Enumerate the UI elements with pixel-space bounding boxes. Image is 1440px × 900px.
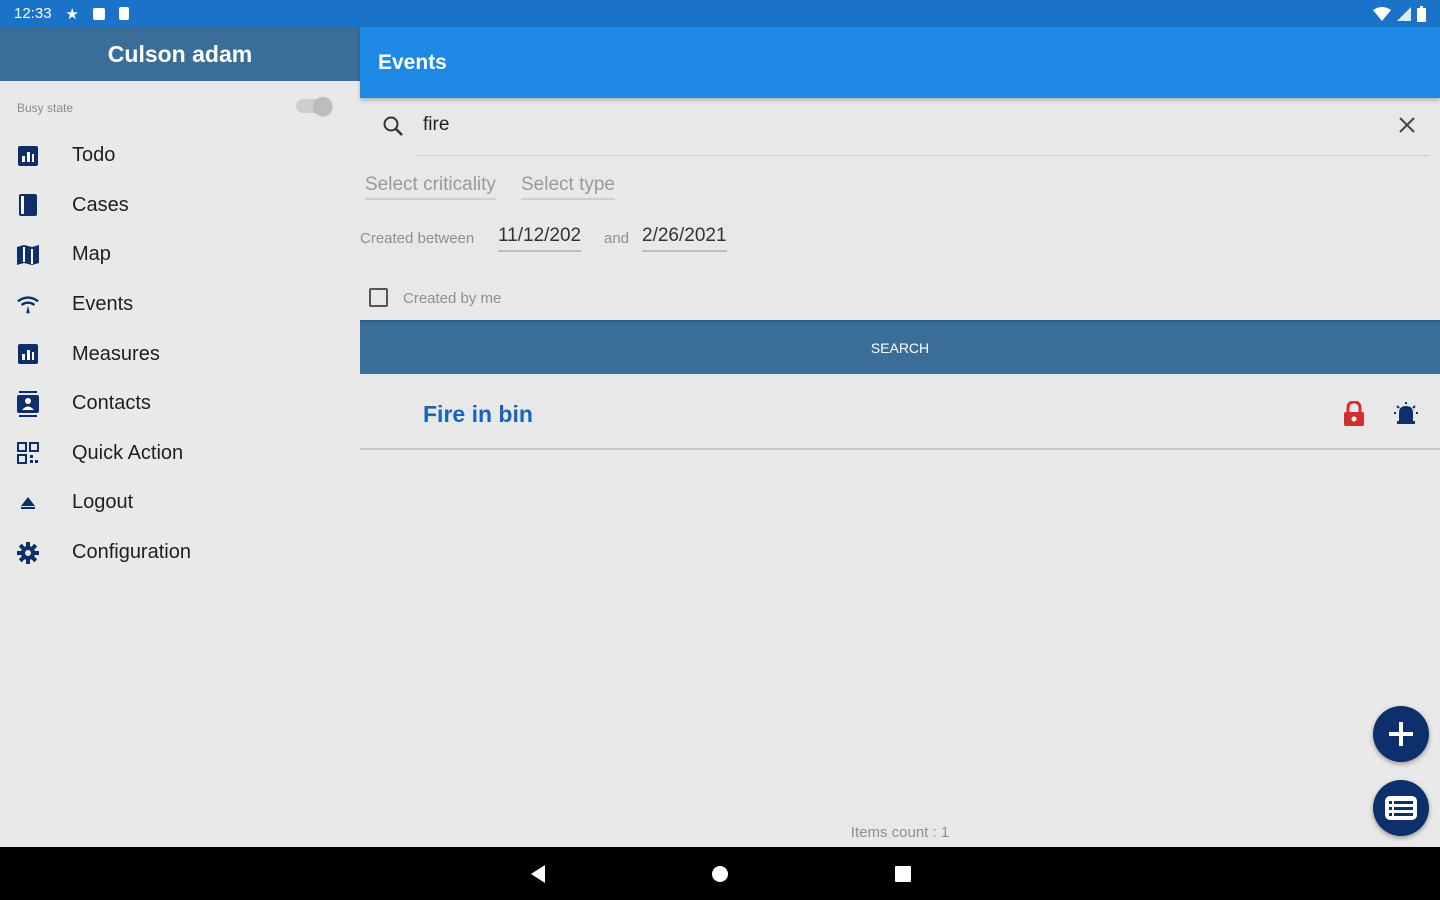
- drawer-header: Culson adam: [0, 27, 360, 81]
- sidebar-item-label: Todo: [72, 144, 116, 167]
- app-bar: Events: [360, 27, 1440, 98]
- plus-icon: [1389, 722, 1413, 746]
- criticality-select[interactable]: Select criticality: [365, 174, 496, 200]
- status-time: 12:33: [14, 5, 52, 22]
- measures-icon: [16, 342, 40, 366]
- logout-icon: [16, 491, 40, 515]
- list-icon: [1385, 796, 1417, 820]
- created-by-me-label: Created by me: [403, 290, 502, 307]
- sidebar-item-configuration[interactable]: Configuration: [0, 528, 360, 578]
- search-bar: [383, 98, 1430, 156]
- type-select[interactable]: Select type: [521, 174, 615, 200]
- and-label: and: [604, 230, 630, 247]
- search-button[interactable]: SEARCH: [360, 320, 1440, 374]
- filters-row: Select criticality Select type: [360, 156, 1440, 216]
- star-icon: ★: [65, 5, 79, 23]
- gear-icon: [16, 541, 40, 565]
- cases-icon: [16, 193, 40, 217]
- sidebar-item-label: Logout: [72, 491, 134, 514]
- sidebar-item-logout[interactable]: Logout: [0, 478, 360, 528]
- created-by-me-row: Created by me: [360, 272, 1440, 322]
- sidebar-item-label: Configuration: [72, 541, 191, 564]
- sidebar-item-quick-action[interactable]: Quick Action: [0, 429, 360, 479]
- home-icon[interactable]: [710, 864, 730, 884]
- battery-icon: [1417, 5, 1426, 22]
- qr-code-icon: [16, 441, 40, 465]
- back-icon[interactable]: [529, 864, 547, 884]
- items-count: Items count : 1: [850, 824, 950, 841]
- alarm-icon: [1394, 402, 1418, 424]
- sidebar-item-map[interactable]: Map: [0, 230, 360, 280]
- search-icon: [383, 116, 403, 136]
- system-navigation-bar: [0, 847, 1440, 900]
- sidebar-item-measures[interactable]: Measures: [0, 329, 360, 379]
- search-input[interactable]: [423, 110, 1323, 140]
- sidebar-item-label: Contacts: [72, 392, 151, 415]
- sidebar-item-todo[interactable]: Todo: [0, 131, 360, 181]
- created-between-label: Created between: [360, 230, 475, 247]
- events-panel: Events Select criticality Select type Cr…: [360, 27, 1440, 847]
- sidebar-item-label: Cases: [72, 193, 129, 216]
- date-range-row: Created between 11/12/202 and 2/26/2021: [360, 216, 1440, 272]
- search-button-label: SEARCH: [870, 340, 930, 356]
- busy-state-row: Busy state: [0, 81, 360, 131]
- sidebar-item-cases[interactable]: Cases: [0, 181, 360, 231]
- sidebar-item-label: Events: [72, 293, 134, 316]
- events-icon: [16, 293, 40, 317]
- sidebar-item-label: Quick Action: [72, 441, 184, 464]
- sd-card-icon: [119, 7, 129, 20]
- sidebar-item-contacts[interactable]: Contacts: [0, 379, 360, 429]
- sidebar-item-events[interactable]: Events: [0, 280, 360, 330]
- list-item[interactable]: Fire in bin: [360, 374, 1440, 450]
- recents-icon[interactable]: [894, 865, 912, 883]
- lock-icon: [1344, 401, 1364, 426]
- navigation-drawer: Culson adam Busy state Todo Cases Map Ev…: [0, 27, 360, 847]
- created-by-me-checkbox[interactable]: [369, 288, 388, 307]
- sidebar-item-label: Measures: [72, 342, 160, 365]
- wifi-icon: [1373, 6, 1391, 21]
- map-icon: [16, 243, 40, 267]
- busy-state-toggle[interactable]: [296, 97, 332, 115]
- toggle-knob: [314, 97, 332, 115]
- add-event-button[interactable]: [1373, 706, 1429, 762]
- date-to-field[interactable]: 2/26/2021: [642, 225, 727, 252]
- todo-icon: [16, 144, 40, 168]
- page-title: Events: [378, 50, 447, 74]
- busy-state-label: Busy state: [17, 101, 74, 115]
- signal-icon: [1397, 6, 1411, 21]
- status-bar: 12:33 ★: [0, 0, 1440, 27]
- close-icon[interactable]: [1396, 114, 1418, 136]
- event-title: Fire in bin: [423, 401, 533, 427]
- user-name: Culson adam: [107, 40, 253, 67]
- notification-icon: [93, 7, 105, 20]
- sidebar-item-label: Map: [72, 243, 111, 266]
- date-from-field[interactable]: 11/12/202: [498, 225, 582, 252]
- contacts-icon: [16, 390, 40, 417]
